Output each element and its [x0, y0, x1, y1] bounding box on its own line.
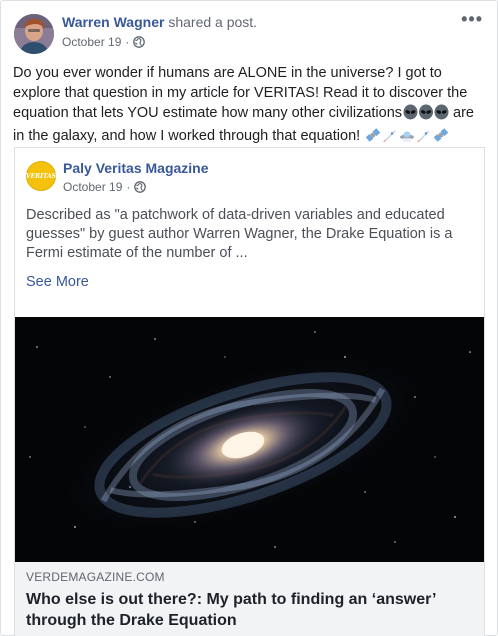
shared-post-meta: October 19 ·	[63, 180, 147, 194]
author-line: Warren Wagner shared a post.	[62, 13, 257, 31]
ufo-icon	[400, 131, 415, 142]
meta-separator: ·	[125, 35, 130, 49]
galaxy-spiral-image[interactable]	[15, 317, 484, 562]
page-avatar-text: VERITAS	[25, 172, 57, 180]
rocket-icon	[383, 130, 396, 142]
link-preview-footer[interactable]: VERDEMAGAZINE.COM Who else is out there?…	[15, 562, 484, 636]
alien-icon	[403, 104, 449, 126]
link-domain: VERDEMAGAZINE.COM	[26, 570, 165, 584]
post-meta: October 19 ·	[62, 35, 146, 49]
shared-post-card: Warren Wagner shared a post. October 19 …	[0, 0, 498, 636]
rocket-icon	[417, 130, 430, 142]
see-more-link[interactable]: See More	[26, 274, 89, 290]
satellite-icon	[433, 128, 449, 142]
shared-original-post: VERITAS Paly Veritas Magazine October 19…	[14, 147, 485, 636]
author-name-link[interactable]: Warren Wagner	[62, 14, 164, 30]
post-action-text: shared a post.	[168, 14, 258, 30]
space-emoji-group-icon	[365, 127, 449, 149]
link-title[interactable]: Who else is out there?: My path to findi…	[26, 589, 476, 631]
globe-icon	[133, 36, 146, 48]
page-avatar[interactable]: VERITAS	[26, 161, 56, 191]
shared-post-date-link[interactable]: October 19	[63, 180, 122, 194]
post-body-text: Do you ever wonder if humans are ALONE i…	[13, 63, 487, 149]
meta-separator: ·	[126, 180, 131, 194]
post-text-main: Do you ever wonder if humans are ALONE i…	[13, 65, 468, 121]
post-date-link[interactable]: October 19	[62, 35, 121, 49]
more-options-icon[interactable]: •••	[461, 10, 483, 28]
globe-icon	[134, 181, 147, 193]
satellite-icon	[365, 128, 381, 142]
shared-post-excerpt: Described as "a patchwork of data-driven…	[26, 207, 453, 261]
author-avatar[interactable]	[14, 14, 54, 54]
page-name-link[interactable]: Paly Veritas Magazine	[63, 160, 209, 176]
